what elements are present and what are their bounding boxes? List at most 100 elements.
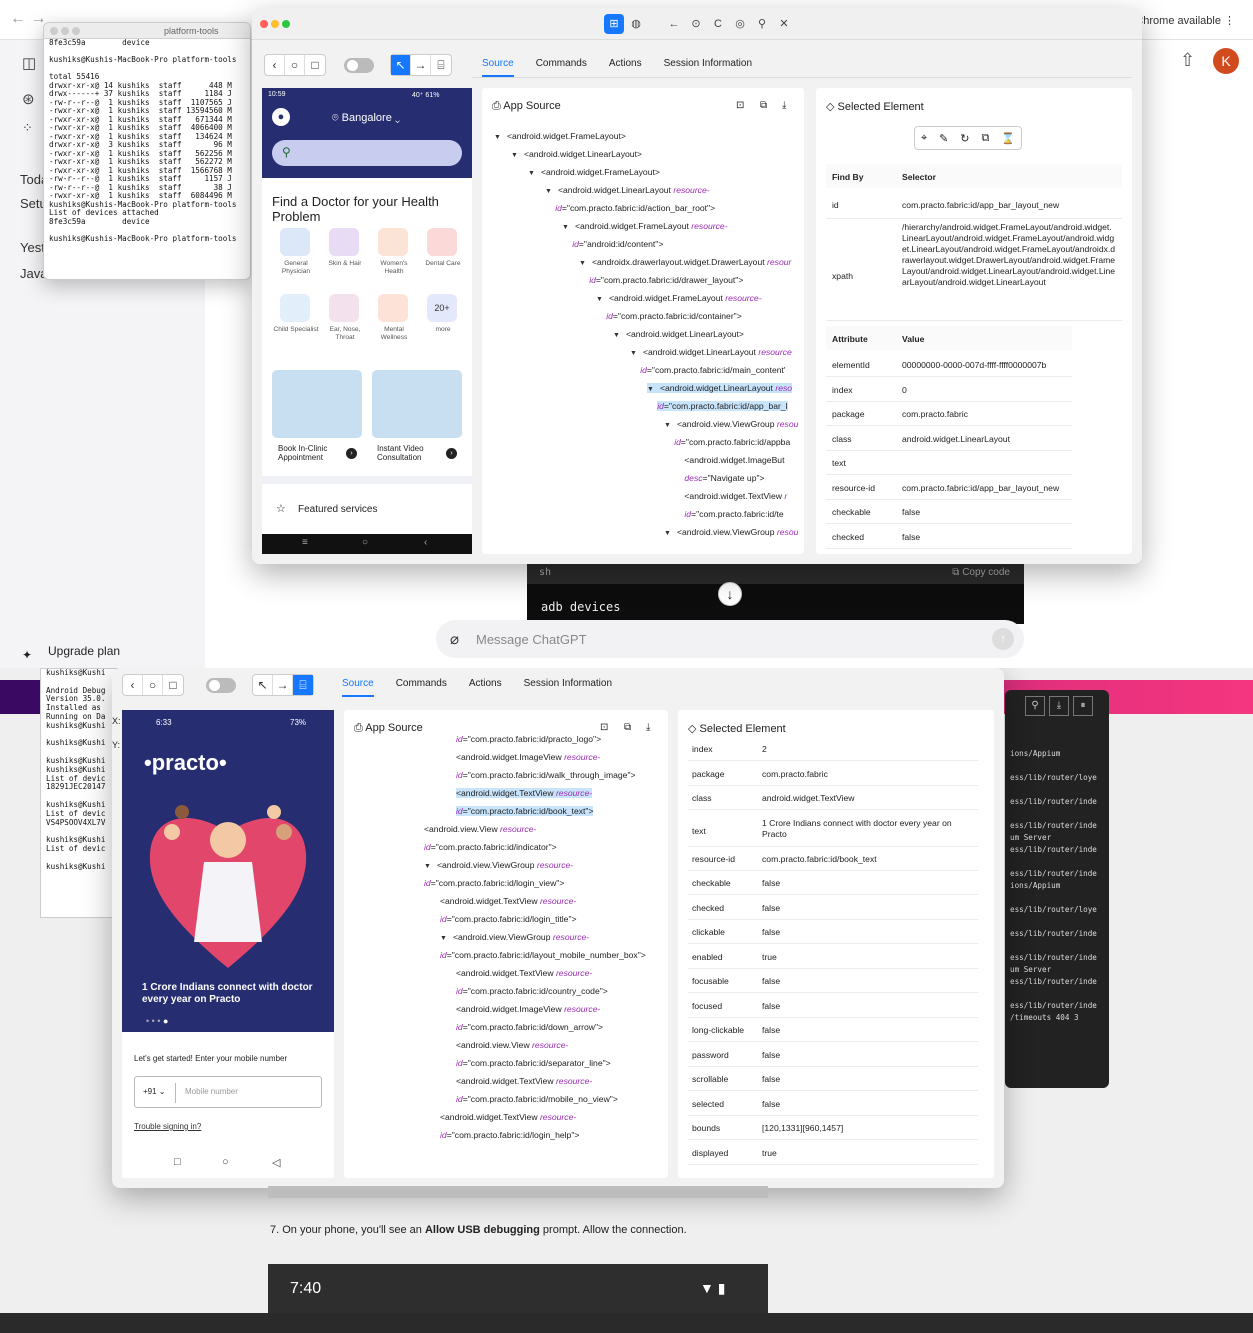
expand-arrow-icon[interactable]: ▼: [579, 260, 586, 267]
attribute-value[interactable]: false: [762, 1050, 972, 1061]
category-icon[interactable]: [427, 228, 457, 256]
category-icon[interactable]: [378, 294, 408, 322]
source-node[interactable]: id="com.practo.fabric:id/login_view">: [424, 878, 564, 888]
close-icon[interactable]: ✕: [774, 14, 794, 34]
attribute-value[interactable]: false: [762, 1001, 972, 1012]
home-nav-icon[interactable]: ○: [285, 55, 305, 75]
device-screen[interactable]: 10:59 40⁺ 61% ● ⌾ Bangalore ⌄ ⚲ Find a D…: [262, 88, 472, 554]
attribute-value[interactable]: 2: [762, 744, 972, 755]
source-node[interactable]: desc="Navigate up">: [684, 473, 764, 483]
tap-icon[interactable]: ⌖: [921, 132, 927, 145]
source-node[interactable]: ▼ <android.view.ViewGroup resource-: [424, 860, 573, 870]
copy-code-button[interactable]: ⧉ Copy code: [952, 567, 1010, 578]
search-bar[interactable]: ⚲: [272, 140, 462, 166]
attribute-value[interactable]: [120,1331][960,1457]: [762, 1123, 972, 1134]
source-node[interactable]: id="com.practo.fabric:id/book_text">: [456, 806, 594, 816]
source-node[interactable]: ▼ <android.view.ViewGroup resou: [664, 419, 798, 429]
source-node[interactable]: <android.view.View resource-: [456, 1040, 568, 1050]
expand-arrow-icon[interactable]: ▼: [562, 224, 569, 231]
source-node[interactable]: ▼ <android.widget.LinearLayout resource-: [545, 185, 710, 195]
expand-arrow-icon[interactable]: ▼: [613, 332, 620, 339]
download-icon[interactable]: ⤓: [782, 100, 786, 111]
terminal-window[interactable]: platform-tools 8fe3c59a device kushiks@K…: [43, 22, 251, 280]
sidebar-toggle-icon[interactable]: ◫: [22, 54, 36, 72]
back-nav-icon[interactable]: ‹: [265, 55, 285, 75]
arrow-icon[interactable]: ›: [446, 448, 457, 459]
share-icon[interactable]: ⇧: [1180, 50, 1195, 71]
expand-arrow-icon[interactable]: ▼: [664, 530, 671, 537]
toggle-switch[interactable]: [206, 678, 236, 693]
source-node[interactable]: id="com.practo.fabric:id/indicator">: [424, 842, 557, 852]
source-node[interactable]: ▼ <android.view.ViewGroup resou: [664, 527, 798, 537]
source-node[interactable]: ▼ <android.widget.LinearLayout reso: [647, 383, 793, 393]
timing-icon[interactable]: ⌛: [1001, 132, 1015, 145]
source-node[interactable]: id="com.practo.fabric:id/container">: [606, 311, 742, 321]
copy-icon[interactable]: ⧉: [624, 722, 631, 733]
appium-server-log[interactable]: ⚲ ⤓ ⏸ ions/Appium ess/lib/router/loye es…: [1005, 690, 1109, 1088]
swipe-mode-icon[interactable]: →: [411, 55, 431, 75]
attribute-value[interactable]: com.practo.fabric:id/book_text: [762, 854, 972, 865]
source-node[interactable]: id="com.practo.fabric:id/down_arrow">: [456, 1022, 603, 1032]
send-button[interactable]: ↑: [992, 628, 1014, 650]
tab-actions[interactable]: Actions: [469, 678, 502, 697]
attribute-value[interactable]: true: [762, 1148, 972, 1159]
recent-apps-icon[interactable]: □: [305, 55, 325, 75]
attribute-value[interactable]: com.practo.fabric:id/app_bar_layout_new: [902, 483, 1059, 493]
attribute-value[interactable]: com.practo.fabric: [902, 409, 968, 419]
source-node[interactable]: id="com.practo.fabric:id/practo_logo">: [456, 734, 601, 744]
source-node[interactable]: ▼ <androidx.drawerlayout.widget.DrawerLay…: [579, 257, 791, 267]
back-nav-icon[interactable]: ‹: [123, 675, 143, 695]
find-by-value[interactable]: /hierarchy/android.widget.FrameLayout/an…: [902, 222, 1116, 288]
source-node[interactable]: ▼ <android.widget.LinearLayout>: [613, 329, 744, 339]
edit-icon[interactable]: ✎: [939, 132, 948, 145]
source-node[interactable]: id="com.practo.fabric:id/te: [684, 509, 783, 519]
upgrade-plan-link[interactable]: Upgrade plan: [48, 644, 120, 658]
search-icon[interactable]: ⚲: [752, 14, 772, 34]
source-node[interactable]: ▼ <android.view.ViewGroup resource-: [440, 932, 589, 942]
category-icon[interactable]: [329, 228, 359, 256]
attribute-value[interactable]: false: [902, 507, 920, 517]
device-screen[interactable]: 6:33 73% •practo• 1 Crore Indians connec…: [122, 710, 334, 1178]
swipe-mode-icon[interactable]: →: [273, 675, 293, 695]
refresh-icon[interactable]: C: [708, 14, 728, 34]
source-node[interactable]: id="com.practo.fabric:id/app_bar_l: [657, 401, 788, 411]
source-node[interactable]: ▼ <android.widget.FrameLayout resource-: [562, 221, 728, 231]
country-code[interactable]: +91 ⌄: [143, 1087, 166, 1096]
source-node[interactable]: id="com.practo.fabric:id/login_title">: [440, 914, 577, 924]
tab-commands[interactable]: Commands: [396, 678, 447, 697]
source-node[interactable]: id="com.practo.fabric:id/drawer_layout">: [589, 275, 743, 285]
source-node[interactable]: id="com.practo.fabric:id/login_help">: [440, 1130, 579, 1140]
location-selector[interactable]: ⌾ Bangalore ⌄: [332, 112, 400, 125]
attribute-value[interactable]: android.widget.TextView: [762, 793, 972, 804]
profile-icon[interactable]: ●: [272, 108, 290, 126]
copy-icon[interactable]: ⧉: [760, 100, 767, 111]
source-node[interactable]: <android.widget.TextView r: [684, 491, 787, 501]
source-node[interactable]: id="com.practo.fabric:id/action_bar_root…: [555, 203, 715, 213]
expand-arrow-icon[interactable]: ▼: [596, 296, 603, 303]
avatar[interactable]: K: [1213, 48, 1239, 74]
native-mode-icon[interactable]: ⊞: [604, 14, 624, 34]
attribute-value[interactable]: false: [762, 1025, 972, 1036]
source-node[interactable]: ▼ <android.widget.LinearLayout resource: [630, 347, 792, 357]
clinic-card-label[interactable]: Book In-Clinic Appointment: [278, 444, 340, 462]
expand-icon[interactable]: ⊡: [736, 100, 744, 111]
attribute-value[interactable]: false: [762, 878, 972, 889]
attribute-value[interactable]: false: [762, 927, 972, 938]
expand-arrow-icon[interactable]: ▼: [630, 350, 637, 357]
explore-gpts-icon[interactable]: ⁘: [22, 120, 33, 136]
source-node[interactable]: <android.widget.TextView resource-: [440, 1112, 576, 1122]
source-node[interactable]: id="com.practo.fabric:id/layout_mobile_n…: [440, 950, 646, 960]
expand-arrow-icon[interactable]: ▼: [424, 863, 431, 870]
home-icon[interactable]: ○: [362, 537, 368, 548]
back-icon[interactable]: ←: [664, 14, 684, 34]
expand-arrow-icon[interactable]: ▼: [647, 386, 654, 393]
attribute-value[interactable]: false: [762, 976, 972, 987]
pause-icon[interactable]: ⏸: [1073, 696, 1093, 716]
select-mode-icon[interactable]: ↖: [391, 55, 411, 75]
expand-arrow-icon[interactable]: ▼: [664, 422, 671, 429]
search-icon[interactable]: ⚲: [1025, 696, 1045, 716]
tap-mode-icon[interactable]: ⌸: [431, 55, 451, 75]
tap-mode-icon[interactable]: ⌸: [293, 675, 313, 695]
message-input[interactable]: ⌀ Message ChatGPT: [436, 620, 1024, 658]
download-icon[interactable]: ⤓: [1049, 696, 1069, 716]
